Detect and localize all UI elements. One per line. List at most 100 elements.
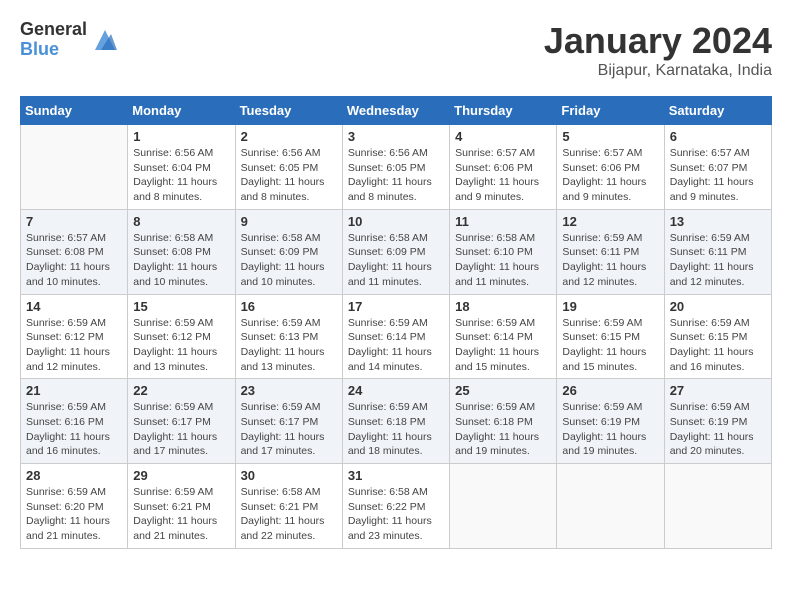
logo-icon bbox=[91, 26, 119, 54]
calendar-week-row: 7Sunrise: 6:57 AM Sunset: 6:08 PM Daylig… bbox=[21, 209, 772, 294]
day-info: Sunrise: 6:56 AM Sunset: 6:04 PM Dayligh… bbox=[133, 146, 229, 205]
day-number: 3 bbox=[348, 129, 444, 144]
calendar-day-cell: 17 Sunrise: 6:59 AM Sunset: 6:14 PM Dayli… bbox=[342, 294, 449, 379]
day-number: 10 bbox=[348, 214, 444, 229]
day-number: 12 bbox=[562, 214, 658, 229]
calendar-day-cell bbox=[664, 464, 771, 549]
calendar-week-row: 1 Sunrise: 6:56 AM Sunset: 6:04 PM Daylig… bbox=[21, 125, 772, 210]
logo-general-text: General bbox=[20, 20, 87, 40]
location-text: Bijapur, Karnataka, India bbox=[544, 62, 772, 80]
day-of-week-header: Wednesday bbox=[342, 97, 449, 125]
calendar-day-cell: 11Sunrise: 6:58 AM Sunset: 6:10 PM Dayli… bbox=[450, 209, 557, 294]
calendar-day-cell: 14 Sunrise: 6:59 AM Sunset: 6:12 PM Dayli… bbox=[21, 294, 128, 379]
day-info: Sunrise: 6:59 AM Sunset: 6:20 PM Dayligh… bbox=[26, 485, 122, 544]
day-info: Sunrise: 6:59 AM Sunset: 6:19 PM Dayligh… bbox=[670, 400, 766, 459]
calendar-day-cell: 13 Sunrise: 6:59 AM Sunset: 6:11 PM Dayli… bbox=[664, 209, 771, 294]
day-info: Sunrise: 6:59 AM Sunset: 6:12 PM Dayligh… bbox=[133, 316, 229, 375]
calendar-day-cell: 18 Sunrise: 6:59 AM Sunset: 6:14 PM Dayli… bbox=[450, 294, 557, 379]
day-info: Sunrise: 6:59 AM Sunset: 6:18 PM Dayligh… bbox=[348, 400, 444, 459]
day-number: 28 bbox=[26, 468, 122, 483]
calendar-day-cell: 20 Sunrise: 6:59 AM Sunset: 6:15 PM Dayli… bbox=[664, 294, 771, 379]
logo-blue-text: Blue bbox=[20, 40, 87, 60]
calendar-day-cell: 31 Sunrise: 6:58 AM Sunset: 6:22 PM Dayli… bbox=[342, 464, 449, 549]
day-number: 14 bbox=[26, 299, 122, 314]
day-info: Sunrise: 6:56 AM Sunset: 6:05 PM Dayligh… bbox=[241, 146, 337, 205]
calendar-day-cell: 23Sunrise: 6:59 AM Sunset: 6:17 PM Dayli… bbox=[235, 379, 342, 464]
day-info: Sunrise: 6:59 AM Sunset: 6:14 PM Dayligh… bbox=[455, 316, 551, 375]
day-number: 17 bbox=[348, 299, 444, 314]
day-of-week-header: Saturday bbox=[664, 97, 771, 125]
calendar-week-row: 14 Sunrise: 6:59 AM Sunset: 6:12 PM Dayli… bbox=[21, 294, 772, 379]
day-number: 13 bbox=[670, 214, 766, 229]
day-number: 2 bbox=[241, 129, 337, 144]
calendar-day-cell: 24Sunrise: 6:59 AM Sunset: 6:18 PM Dayli… bbox=[342, 379, 449, 464]
day-info: Sunrise: 6:59 AM Sunset: 6:15 PM Dayligh… bbox=[670, 316, 766, 375]
day-of-week-header: Tuesday bbox=[235, 97, 342, 125]
day-number: 20 bbox=[670, 299, 766, 314]
day-info: Sunrise: 6:56 AM Sunset: 6:05 PM Dayligh… bbox=[348, 146, 444, 205]
day-number: 21 bbox=[26, 383, 122, 398]
day-info: Sunrise: 6:59 AM Sunset: 6:11 PM Dayligh… bbox=[670, 231, 766, 290]
day-number: 25 bbox=[455, 383, 551, 398]
day-info: Sunrise: 6:59 AM Sunset: 6:21 PM Dayligh… bbox=[133, 485, 229, 544]
day-number: 31 bbox=[348, 468, 444, 483]
day-number: 27 bbox=[670, 383, 766, 398]
day-number: 19 bbox=[562, 299, 658, 314]
day-info: Sunrise: 6:59 AM Sunset: 6:14 PM Dayligh… bbox=[348, 316, 444, 375]
day-info: Sunrise: 6:58 AM Sunset: 6:08 PM Dayligh… bbox=[133, 231, 229, 290]
day-number: 9 bbox=[241, 214, 337, 229]
calendar-day-cell: 29 Sunrise: 6:59 AM Sunset: 6:21 PM Dayli… bbox=[128, 464, 235, 549]
day-info: Sunrise: 6:59 AM Sunset: 6:13 PM Dayligh… bbox=[241, 316, 337, 375]
calendar-day-cell: 16 Sunrise: 6:59 AM Sunset: 6:13 PM Dayli… bbox=[235, 294, 342, 379]
calendar-week-row: 21Sunrise: 6:59 AM Sunset: 6:16 PM Dayli… bbox=[21, 379, 772, 464]
day-number: 4 bbox=[455, 129, 551, 144]
calendar-header-row: SundayMondayTuesdayWednesdayThursdayFrid… bbox=[21, 97, 772, 125]
calendar-day-cell bbox=[450, 464, 557, 549]
day-number: 26 bbox=[562, 383, 658, 398]
calendar-day-cell: 10 Sunrise: 6:58 AM Sunset: 6:09 PM Dayli… bbox=[342, 209, 449, 294]
calendar-day-cell: 9 Sunrise: 6:58 AM Sunset: 6:09 PM Daylig… bbox=[235, 209, 342, 294]
calendar-day-cell: 2 Sunrise: 6:56 AM Sunset: 6:05 PM Daylig… bbox=[235, 125, 342, 210]
day-number: 22 bbox=[133, 383, 229, 398]
day-number: 5 bbox=[562, 129, 658, 144]
day-number: 29 bbox=[133, 468, 229, 483]
day-info: Sunrise: 6:59 AM Sunset: 6:12 PM Dayligh… bbox=[26, 316, 122, 375]
page-header: General Blue January 2024 Bijapur, Karna… bbox=[20, 20, 772, 80]
day-info: Sunrise: 6:58 AM Sunset: 6:21 PM Dayligh… bbox=[241, 485, 337, 544]
day-info: Sunrise: 6:58 AM Sunset: 6:22 PM Dayligh… bbox=[348, 485, 444, 544]
day-number: 11 bbox=[455, 214, 551, 229]
day-of-week-header: Sunday bbox=[21, 97, 128, 125]
day-number: 15 bbox=[133, 299, 229, 314]
calendar-day-cell: 3 Sunrise: 6:56 AM Sunset: 6:05 PM Daylig… bbox=[342, 125, 449, 210]
calendar-day-cell: 15 Sunrise: 6:59 AM Sunset: 6:12 PM Dayli… bbox=[128, 294, 235, 379]
calendar-day-cell: 25Sunrise: 6:59 AM Sunset: 6:18 PM Dayli… bbox=[450, 379, 557, 464]
day-info: Sunrise: 6:59 AM Sunset: 6:17 PM Dayligh… bbox=[241, 400, 337, 459]
calendar-day-cell: 4Sunrise: 6:57 AM Sunset: 6:06 PM Daylig… bbox=[450, 125, 557, 210]
day-info: Sunrise: 6:59 AM Sunset: 6:15 PM Dayligh… bbox=[562, 316, 658, 375]
calendar-day-cell: 27 Sunrise: 6:59 AM Sunset: 6:19 PM Dayli… bbox=[664, 379, 771, 464]
title-block: January 2024 Bijapur, Karnataka, India bbox=[544, 20, 772, 80]
day-number: 30 bbox=[241, 468, 337, 483]
calendar-day-cell: 26 Sunrise: 6:59 AM Sunset: 6:19 PM Dayli… bbox=[557, 379, 664, 464]
day-info: Sunrise: 6:59 AM Sunset: 6:19 PM Dayligh… bbox=[562, 400, 658, 459]
day-number: 6 bbox=[670, 129, 766, 144]
calendar-day-cell: 22 Sunrise: 6:59 AM Sunset: 6:17 PM Dayli… bbox=[128, 379, 235, 464]
calendar-day-cell: 7Sunrise: 6:57 AM Sunset: 6:08 PM Daylig… bbox=[21, 209, 128, 294]
calendar-day-cell: 12Sunrise: 6:59 AM Sunset: 6:11 PM Dayli… bbox=[557, 209, 664, 294]
day-of-week-header: Friday bbox=[557, 97, 664, 125]
month-title: January 2024 bbox=[544, 20, 772, 62]
calendar-day-cell: 8Sunrise: 6:58 AM Sunset: 6:08 PM Daylig… bbox=[128, 209, 235, 294]
day-info: Sunrise: 6:58 AM Sunset: 6:09 PM Dayligh… bbox=[241, 231, 337, 290]
day-info: Sunrise: 6:59 AM Sunset: 6:17 PM Dayligh… bbox=[133, 400, 229, 459]
calendar-table: SundayMondayTuesdayWednesdayThursdayFrid… bbox=[20, 96, 772, 549]
day-of-week-header: Thursday bbox=[450, 97, 557, 125]
day-number: 18 bbox=[455, 299, 551, 314]
day-info: Sunrise: 6:57 AM Sunset: 6:07 PM Dayligh… bbox=[670, 146, 766, 205]
day-number: 7 bbox=[26, 214, 122, 229]
calendar-day-cell bbox=[557, 464, 664, 549]
calendar-week-row: 28 Sunrise: 6:59 AM Sunset: 6:20 PM Dayli… bbox=[21, 464, 772, 549]
day-info: Sunrise: 6:58 AM Sunset: 6:09 PM Dayligh… bbox=[348, 231, 444, 290]
day-number: 1 bbox=[133, 129, 229, 144]
day-number: 16 bbox=[241, 299, 337, 314]
calendar-day-cell: 6 Sunrise: 6:57 AM Sunset: 6:07 PM Daylig… bbox=[664, 125, 771, 210]
